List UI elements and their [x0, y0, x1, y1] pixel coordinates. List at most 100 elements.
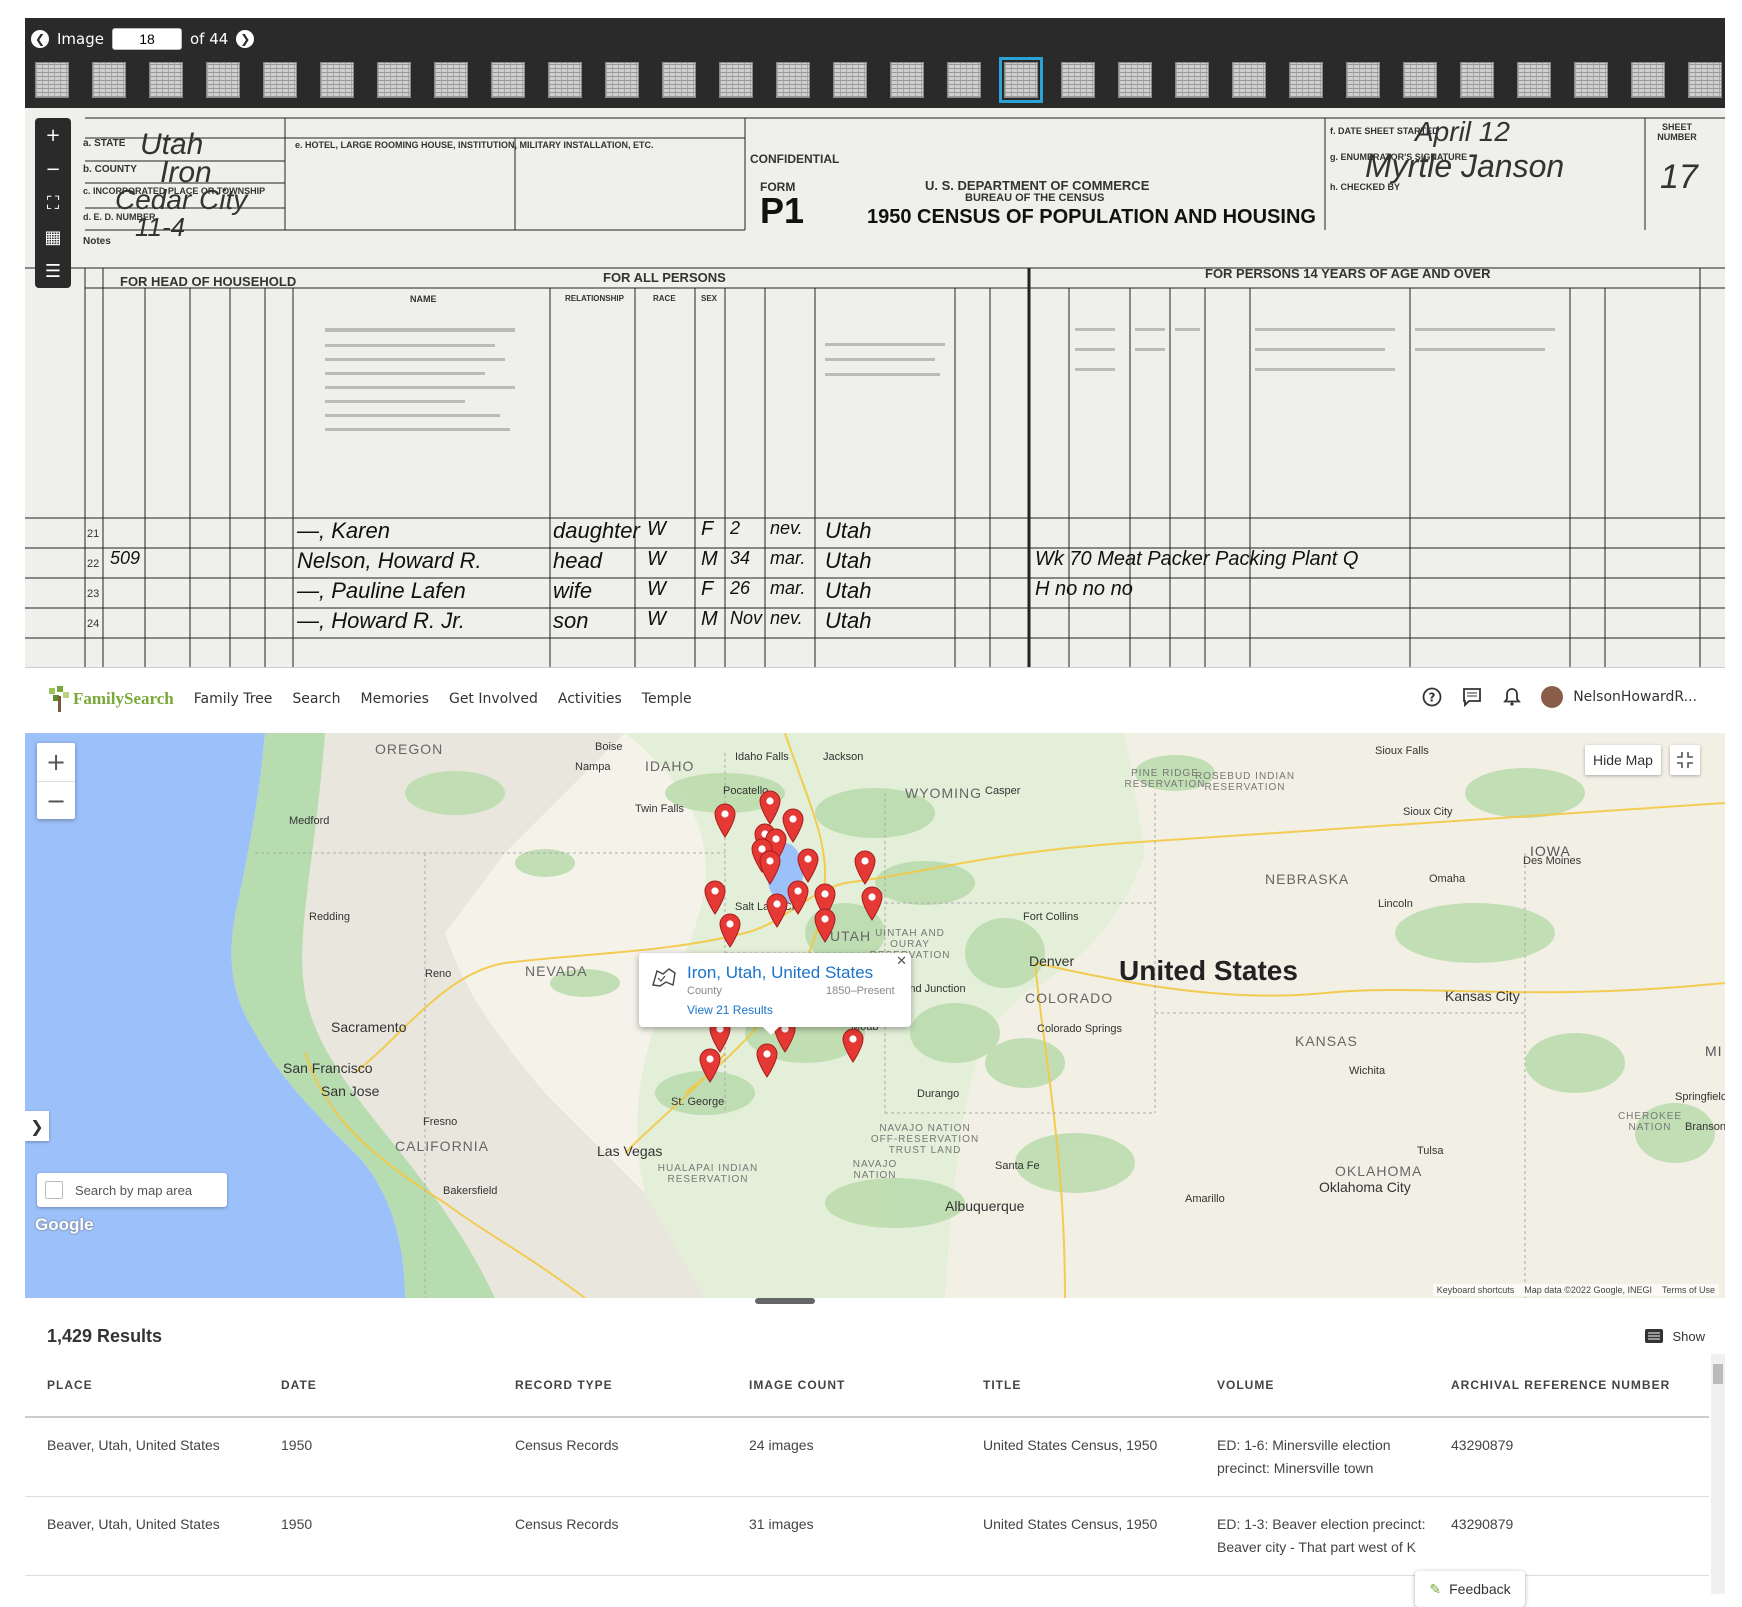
close-icon[interactable]: ✕ — [896, 953, 907, 969]
scrollbar-thumb[interactable] — [1713, 1364, 1723, 1384]
thumbnail-1[interactable] — [35, 62, 69, 98]
column-header-record-type[interactable]: RECORD TYPE — [515, 1373, 749, 1397]
thumbnail-8[interactable] — [434, 62, 468, 98]
all-persons-section-title: FOR ALL PERSONS — [603, 270, 726, 285]
map-pin-icon[interactable] — [698, 1047, 722, 1083]
search-by-map-area-toggle[interactable]: Search by map area — [37, 1173, 227, 1207]
map-pin-icon[interactable] — [853, 849, 877, 885]
map-pin-icon[interactable] — [765, 892, 789, 928]
column-header-archival-reference-number[interactable]: ARCHIVAL REFERENCE NUMBER — [1451, 1373, 1687, 1397]
familysearch-logo[interactable]: FamilySearch — [47, 686, 174, 712]
show-columns-button[interactable]: Show — [1644, 1328, 1705, 1344]
city-label: Kansas City — [1445, 988, 1520, 1004]
column-header-place[interactable]: PLACE — [47, 1373, 281, 1397]
previous-image-icon[interactable]: ❮ — [31, 30, 49, 48]
notifications-bell-icon[interactable] — [1501, 686, 1523, 708]
map-pin-icon[interactable] — [713, 802, 737, 838]
map-pin-icon[interactable] — [841, 1027, 865, 1063]
thumbnail-28[interactable] — [1574, 62, 1608, 98]
thumbnail-10[interactable] — [548, 62, 582, 98]
menu-get-involved[interactable]: Get Involved — [449, 691, 538, 707]
map-zoom-out-button[interactable]: − — [37, 781, 75, 819]
thumbnail-26[interactable] — [1460, 62, 1494, 98]
thumbnail-21[interactable] — [1175, 62, 1209, 98]
map-pin-icon[interactable] — [758, 789, 782, 825]
help-icon[interactable]: ? — [1421, 686, 1443, 708]
results-map[interactable]: OREGON IDAHO WYOMING NEBRASKA IOWA NEVADA COLO… — [25, 733, 1725, 1298]
thumbnail-14[interactable] — [776, 62, 810, 98]
next-image-icon[interactable]: ❯ — [236, 30, 255, 48]
thumbnail-13[interactable] — [719, 62, 753, 98]
thumbnail-11[interactable] — [605, 62, 639, 98]
map-zoom-in-button[interactable]: + — [37, 743, 75, 781]
thumbnail-7[interactable] — [377, 62, 411, 98]
thumbnail-9[interactable] — [491, 62, 525, 98]
thumbnail-18[interactable] — [999, 57, 1043, 103]
map-pin-icon[interactable] — [813, 907, 837, 943]
column-header-volume[interactable]: VOLUME — [1217, 1373, 1451, 1397]
thumbnail-27[interactable] — [1517, 62, 1551, 98]
column-header-image-count[interactable]: IMAGE COUNT — [749, 1373, 983, 1397]
menu-family-tree[interactable]: Family Tree — [194, 691, 273, 707]
thumbnail-16[interactable] — [890, 62, 924, 98]
map-pin-icon[interactable] — [796, 847, 820, 883]
messages-icon[interactable] — [1461, 686, 1483, 708]
fullscreen-icon[interactable]: ⛶ — [47, 193, 60, 214]
thumbnail-20[interactable] — [1118, 62, 1152, 98]
hide-map-button[interactable]: Hide Map — [1585, 745, 1661, 775]
table-row[interactable]: Beaver, Utah, United States 1950 Census Re… — [25, 1497, 1709, 1576]
thumbnail-22[interactable] — [1232, 62, 1266, 98]
city-label: Medford — [289, 815, 330, 827]
thumbnail-30[interactable] — [1688, 62, 1722, 98]
map-pin-icon[interactable] — [755, 1042, 779, 1078]
table-cell: 31 images — [749, 1516, 814, 1532]
thumbnail-25[interactable] — [1403, 62, 1437, 98]
thumbnail-2[interactable] — [92, 62, 126, 98]
thumbnail-3[interactable] — [149, 62, 183, 98]
census-document-image[interactable]: a. STATE Utah b. COUNTY Iron c. INCORPOR… — [25, 108, 1725, 668]
map-resize-handle[interactable] — [755, 1298, 815, 1304]
avatar[interactable] — [1541, 686, 1564, 708]
column-header-date[interactable]: DATE — [281, 1373, 515, 1397]
settings-icon[interactable]: ☰ — [45, 261, 61, 282]
thumbnail-29[interactable] — [1631, 62, 1665, 98]
thumbnail-23[interactable] — [1289, 62, 1323, 98]
thumbnail-17[interactable] — [947, 62, 981, 98]
table-row[interactable]: Beaver, Utah, United States 1950 Census Re… — [25, 1418, 1709, 1497]
thumbnail-15[interactable] — [833, 62, 867, 98]
search-by-map-area-checkbox[interactable] — [45, 1181, 63, 1199]
image-number-input[interactable] — [111, 28, 182, 50]
map-pin-icon[interactable] — [758, 849, 782, 885]
view-results-link[interactable]: View 21 Results — [687, 1003, 773, 1017]
keyboard-shortcuts-link[interactable]: Keyboard shortcuts — [1437, 1285, 1515, 1295]
map-pin-icon[interactable] — [718, 912, 742, 948]
menu-search[interactable]: Search — [292, 691, 340, 707]
map-pin-icon[interactable] — [703, 879, 727, 915]
map-pin-icon[interactable] — [860, 885, 884, 921]
map-pin-icon[interactable] — [786, 879, 810, 915]
thumbnail-4[interactable] — [206, 62, 240, 98]
popup-type: County — [687, 985, 722, 997]
thumbnail-19[interactable] — [1061, 62, 1095, 98]
columns-settings-icon — [1645, 1329, 1664, 1343]
thumbnail-6[interactable] — [320, 62, 354, 98]
table-cell: United States Census, 1950 — [983, 1516, 1158, 1532]
menu-temple[interactable]: Temple — [642, 691, 692, 707]
popup-title[interactable]: Iron, Utah, United States — [687, 963, 873, 983]
map-fullscreen-button[interactable] — [1670, 745, 1700, 775]
feedback-button[interactable]: ✎ Feedback — [1415, 1571, 1525, 1607]
thumbnail-12[interactable] — [662, 62, 696, 98]
thumbnail-5[interactable] — [263, 62, 297, 98]
grid-icon[interactable]: ▦ — [44, 227, 61, 248]
menu-memories[interactable]: Memories — [361, 691, 429, 707]
zoom-in-icon[interactable]: + — [45, 125, 60, 146]
expand-panel-button[interactable]: ❯ — [25, 1111, 49, 1141]
terms-of-use-link[interactable]: Terms of Use — [1662, 1285, 1715, 1295]
thumbnail-24[interactable] — [1346, 62, 1380, 98]
menu-activities[interactable]: Activities — [558, 691, 622, 707]
username[interactable]: NelsonHowardR... — [1573, 689, 1697, 705]
results-scrollbar[interactable] — [1711, 1354, 1725, 1594]
zoom-out-icon[interactable]: − — [45, 159, 60, 180]
column-header-title[interactable]: TITLE — [983, 1373, 1217, 1397]
relationship-column-header: RELATIONSHIP — [565, 294, 624, 303]
